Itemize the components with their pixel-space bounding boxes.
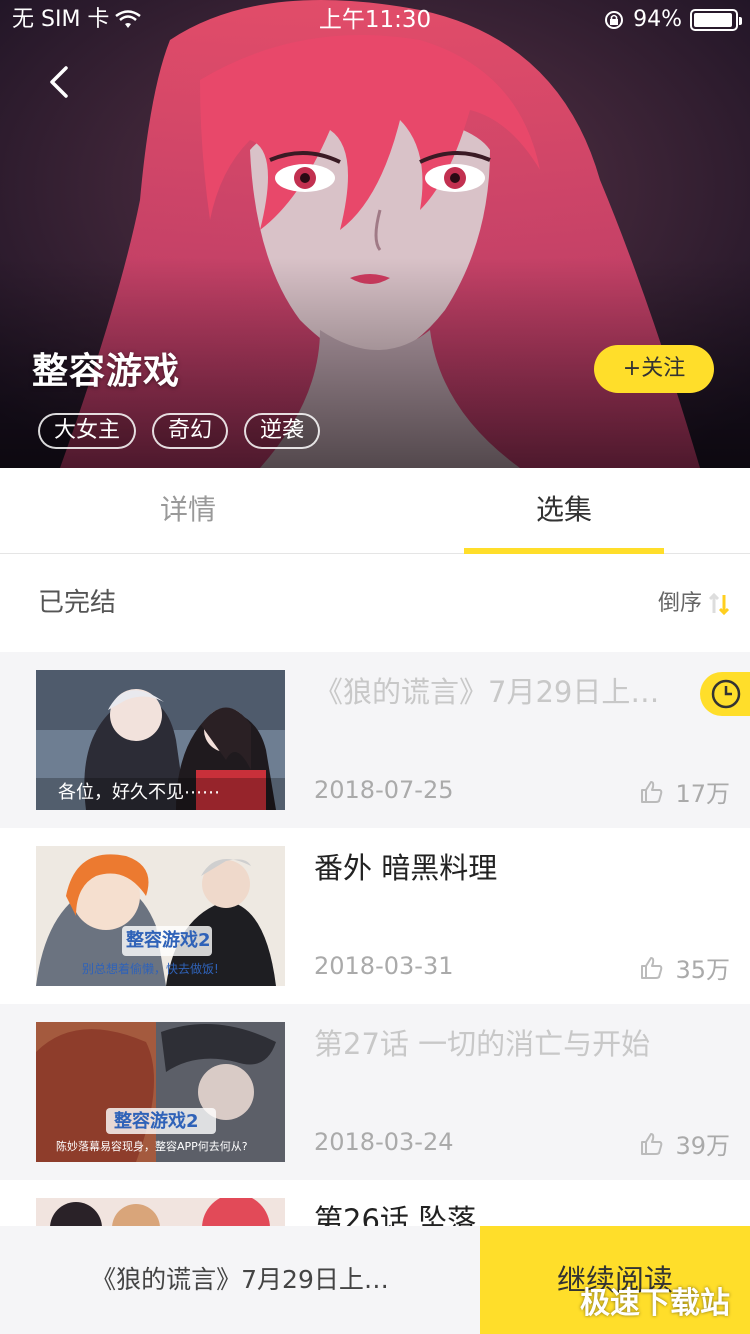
sort-button[interactable]: 倒序	[658, 555, 732, 652]
thumbnail-logo: 整容游戏2	[113, 1110, 199, 1132]
sort-label: 倒序	[657, 591, 702, 616]
follow-button[interactable]: +关注	[594, 345, 714, 393]
episode-title: 第27话 一切的消亡与开始	[314, 1027, 651, 1061]
episode-date: 2018-03-24	[314, 1128, 454, 1156]
cover-illustration	[0, 0, 750, 468]
thumbnail-caption: 别总想着偷懒，快去做饭!	[82, 961, 219, 976]
episode-list-header: 已完结 倒序	[0, 555, 750, 652]
thumbs-up-icon	[641, 956, 663, 979]
episode-likes: 17万	[639, 774, 730, 809]
thumbnail-caption: 陈妙落幕易容现身，整容APP何去何从?	[56, 1139, 248, 1153]
episode-title: 《狼的谎言》7月29日上…	[314, 675, 660, 709]
last-read-episode[interactable]: 《狼的谎言》7月29日上…	[0, 1226, 480, 1334]
sort-order-icon	[708, 592, 730, 615]
active-tab-indicator	[464, 548, 664, 554]
rotation-lock-icon	[605, 11, 624, 29]
episode-item[interactable]: 各位，好久不见⋯⋯ 《狼的谎言》7月29日上… 2018-07-25 17万	[0, 652, 750, 828]
last-read-marker	[700, 672, 750, 716]
episode-date: 2018-07-25	[314, 776, 454, 804]
episode-likes: 35万	[639, 950, 730, 985]
episode-thumbnail: 各位，好久不见⋯⋯	[36, 670, 285, 810]
episode-thumbnail: 整容游戏2 别总想着偷懒，快去做饭!	[36, 846, 285, 986]
tab-episodes[interactable]: 选集	[464, 468, 664, 554]
thumbnail-caption: 各位，好久不见⋯⋯	[58, 782, 220, 803]
back-button[interactable]	[38, 56, 86, 108]
thumbnail-logo: 整容游戏2	[125, 929, 211, 951]
comic-cover: 无 SIM 卡 上午11:30 94% 整容游戏 +关注 大女主 奇幻 逆袭	[0, 0, 750, 468]
episode-item[interactable]: 整容游戏2 陈妙落幕易容现身，整容APP何去何从? 第27话 一切的消亡与开始 …	[0, 1004, 750, 1180]
status-bar: 无 SIM 卡 上午11:30 94%	[0, 0, 750, 40]
watermark: 极速下载站	[580, 1286, 730, 1321]
likes-count: 17万	[675, 780, 730, 808]
likes-count: 35万	[675, 956, 730, 984]
episode-title: 番外 暗黑料理	[314, 851, 498, 885]
genre-tag[interactable]: 奇幻	[152, 413, 229, 449]
tag-list: 大女主 奇幻 逆袭	[38, 413, 321, 449]
comic-title: 整容游戏	[32, 351, 181, 392]
genre-tag[interactable]: 大女主	[38, 413, 137, 449]
battery-percent: 94%	[633, 7, 682, 32]
episode-thumbnail: 整容游戏2 陈妙落幕易容现身，整容APP何去何从?	[36, 1022, 285, 1162]
episode-likes: 39万	[639, 1126, 730, 1161]
tab-details[interactable]: 详情	[88, 468, 288, 554]
genre-tag[interactable]: 逆袭	[244, 413, 321, 449]
chevron-left-icon	[50, 66, 68, 98]
episode-date: 2018-03-31	[314, 952, 454, 980]
thumbs-up-icon	[641, 780, 663, 803]
serial-status: 已完结	[38, 588, 117, 618]
thumbs-up-icon	[641, 1132, 663, 1155]
bottom-bar: 《狼的谎言》7月29日上… 继续阅读 极速下载站	[0, 1226, 750, 1334]
battery-icon	[690, 9, 742, 31]
tab-bar: 详情 选集	[0, 468, 750, 554]
episode-item[interactable]: 整容游戏2 别总想着偷懒，快去做饭! 番外 暗黑料理 2018-03-31 35…	[0, 828, 750, 1004]
likes-count: 39万	[675, 1132, 730, 1160]
clock-icon	[711, 679, 741, 709]
